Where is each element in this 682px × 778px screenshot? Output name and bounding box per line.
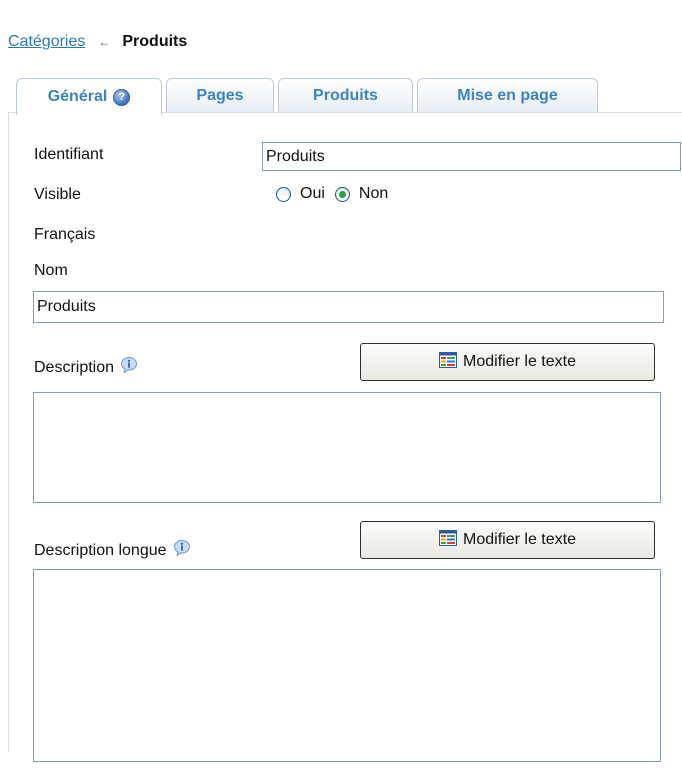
help-icon[interactable]: ? xyxy=(113,88,131,106)
description-edit-button[interactable]: Modifier le texte xyxy=(360,343,655,381)
visible-radio-group: Oui Non xyxy=(276,184,398,204)
language-label: Français xyxy=(34,226,96,243)
text-editor-icon xyxy=(439,351,458,373)
description-longue-edit-button-label: Modifier le texte xyxy=(463,531,576,548)
visible-non-radio[interactable] xyxy=(334,186,350,202)
breadcrumb-current: Produits xyxy=(122,33,188,50)
tab-mise-en-page[interactable]: Mise en page xyxy=(417,78,598,112)
description-longue-label-wrap: Description longue xyxy=(34,539,191,560)
radio-selected-dot xyxy=(338,190,346,198)
visible-oui-radio[interactable] xyxy=(276,186,291,202)
tab-general[interactable]: Général ? xyxy=(16,78,162,115)
nom-input[interactable] xyxy=(33,291,664,323)
description-label: Description xyxy=(34,359,115,376)
tab-mise-en-page-label: Mise en page xyxy=(457,86,558,104)
description-longue-label: Description longue xyxy=(34,542,167,559)
info-icon[interactable] xyxy=(173,539,191,557)
tab-pages[interactable]: Pages xyxy=(166,78,274,112)
panel-border xyxy=(8,112,9,752)
tab-pages-label: Pages xyxy=(196,86,244,104)
identifiant-input[interactable] xyxy=(262,142,681,171)
breadcrumb: Catégories ← Produits xyxy=(8,32,187,52)
tab-general-label: Général xyxy=(47,88,108,105)
description-edit-button-label: Modifier le texte xyxy=(463,353,576,370)
nom-label: Nom xyxy=(34,262,68,279)
breadcrumb-separator: ← xyxy=(98,35,111,49)
text-editor-icon xyxy=(439,529,458,551)
identifiant-label: Identifiant xyxy=(34,146,104,163)
tab-produits-label: Produits xyxy=(313,86,378,104)
description-longue-textarea[interactable] xyxy=(33,569,661,762)
visible-label: Visible xyxy=(34,186,81,203)
description-longue-edit-button[interactable]: Modifier le texte xyxy=(360,521,655,559)
breadcrumb-link-categories[interactable]: Catégories xyxy=(8,33,85,51)
description-textarea[interactable] xyxy=(33,392,661,503)
tab-bar: Général ? Pages Produits Mise en page xyxy=(0,78,682,115)
description-label-wrap: Description xyxy=(34,356,138,377)
info-icon[interactable] xyxy=(120,356,138,374)
tab-produits[interactable]: Produits xyxy=(278,78,413,112)
visible-non-label[interactable]: Non xyxy=(359,185,388,203)
visible-oui-label[interactable]: Oui xyxy=(300,185,325,203)
